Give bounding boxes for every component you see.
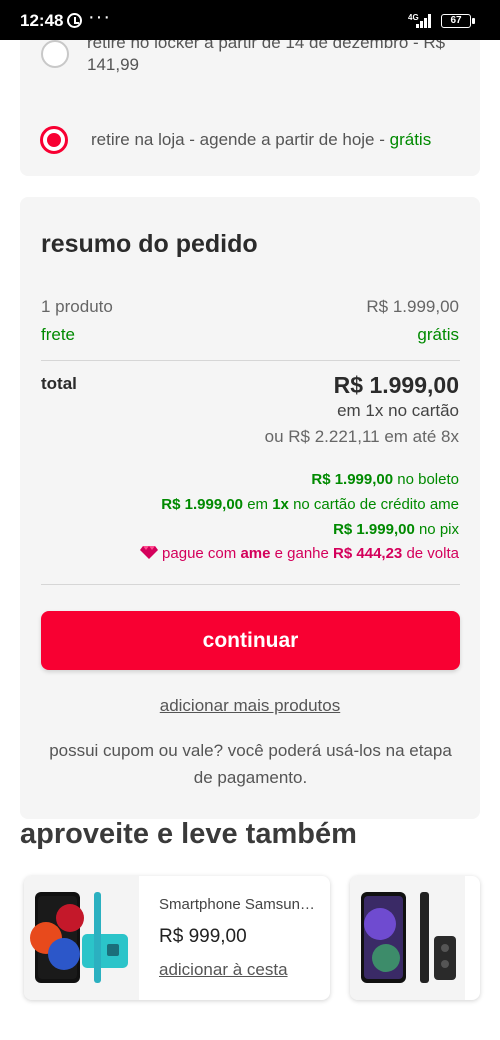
alarm-icon <box>67 13 82 28</box>
products-count: 1 produto <box>41 297 113 316</box>
radio-locker[interactable] <box>41 40 69 68</box>
product-card[interactable] <box>350 876 480 1000</box>
product-image[interactable] <box>24 876 139 1000</box>
more-notifications-icon: ··· <box>88 6 111 28</box>
phone-image <box>361 892 456 983</box>
divider <box>41 584 460 585</box>
ame-cashback: pague com ame e ganhe R$ 444,23 de volta <box>139 545 459 562</box>
product-name[interactable]: Smartphone Samsung Galaxy M12 <box>159 896 319 913</box>
product-price: R$ 999,00 <box>159 926 247 947</box>
shipping-label: frete <box>41 325 76 344</box>
add-to-cart-link[interactable]: adicionar à cesta <box>159 960 288 980</box>
shipping-option-store[interactable]: retire na loja - agende a partir de hoje… <box>20 106 480 176</box>
pix-price: R$ 1.999,00 no pix <box>333 521 459 538</box>
credit-ame-price: R$ 1.999,00 em 1x no cartão de crédito a… <box>161 496 459 513</box>
store-option-text: retire na loja - agende a partir de hoje… <box>91 129 431 151</box>
store-option-price: grátis <box>389 130 432 149</box>
continue-button[interactable]: continuar <box>41 611 460 670</box>
product-image[interactable] <box>350 876 465 1000</box>
status-time: 12:48 <box>20 11 64 30</box>
radio-store[interactable] <box>40 126 68 154</box>
ame-diamond-icon <box>139 546 158 559</box>
products-subtotal: R$ 1.999,00 <box>366 297 459 316</box>
total-installments: em 1x no cartão <box>337 401 459 420</box>
summary-title: resumo do pedido <box>41 230 258 258</box>
divider <box>41 360 460 361</box>
signal-icon <box>416 14 434 28</box>
boleto-price: R$ 1.999,00 no boleto <box>311 471 459 488</box>
coupon-info: possui cupom ou vale? você poderá usá-lo… <box>49 741 452 787</box>
add-more-products-link[interactable]: adicionar mais produtos <box>20 696 480 716</box>
battery-icon: 67 <box>441 14 475 28</box>
total-value: R$ 1.999,00 <box>333 372 459 398</box>
phone-image <box>30 892 128 983</box>
status-bar: 12:48 ··· 4G 67 <box>0 0 500 40</box>
total-alternative: ou R$ 2.221,11 em até 8x <box>264 427 459 446</box>
order-summary: resumo do pedido 1 produto R$ 1.999,00 f… <box>20 197 480 819</box>
total-label: total <box>41 374 77 393</box>
product-card[interactable]: Smartphone Samsung Galaxy M12 R$ 999,00 … <box>24 876 330 1000</box>
recommendations-title: aproveite e leve também <box>20 818 357 850</box>
store-option-label: retire na loja - agende a partir de hoje… <box>91 130 385 149</box>
shipping-value: grátis <box>417 325 459 344</box>
